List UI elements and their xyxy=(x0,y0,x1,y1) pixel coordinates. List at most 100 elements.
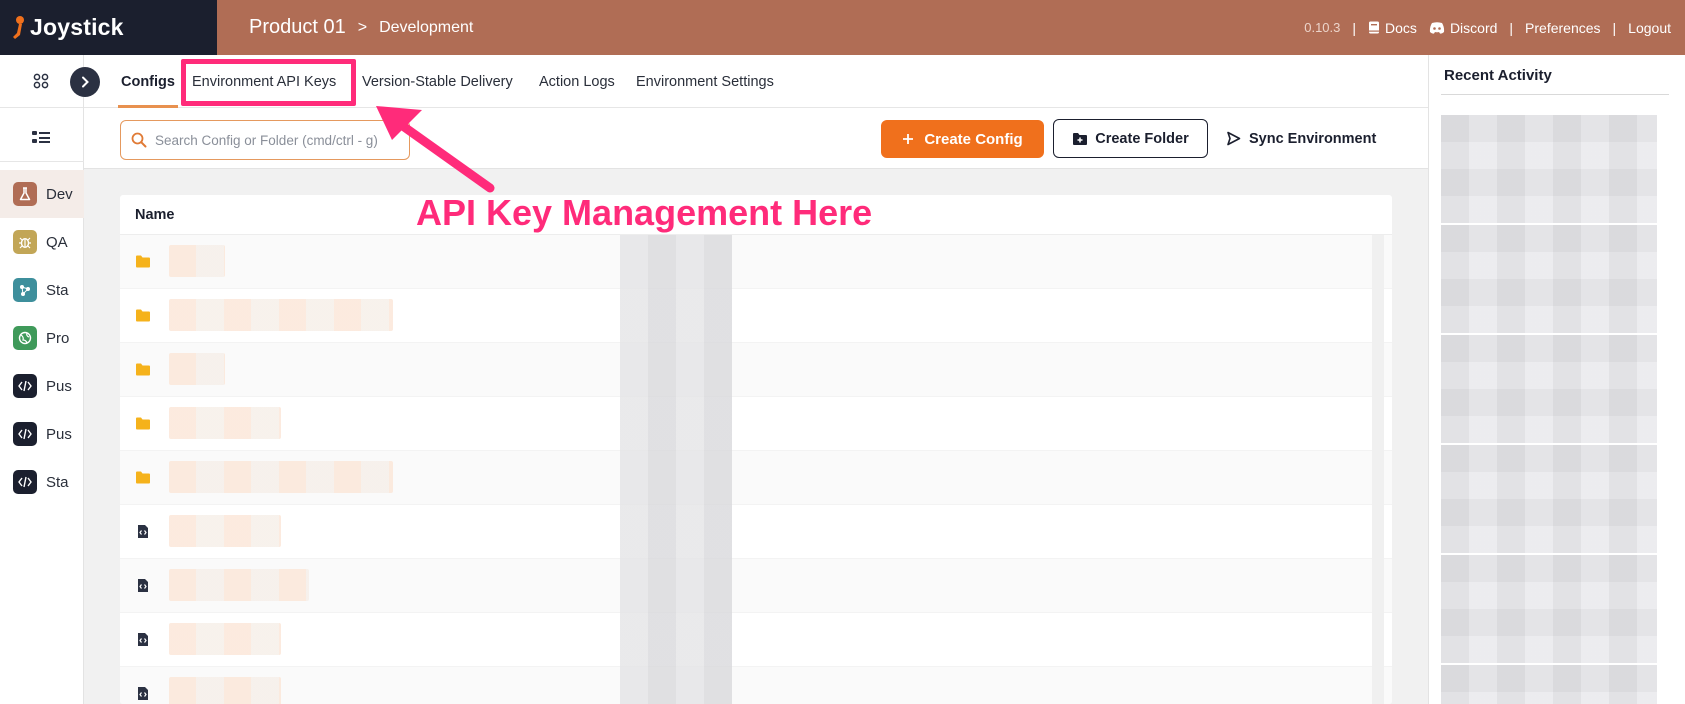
tab-environment-settings[interactable]: Environment Settings xyxy=(636,55,774,108)
config-file-icon xyxy=(138,525,148,538)
apps-grid-icon[interactable] xyxy=(33,73,49,89)
redacted-value xyxy=(620,343,732,397)
redacted-scroll xyxy=(1372,451,1384,505)
list-view-icon[interactable] xyxy=(32,130,50,146)
sidebar-divider xyxy=(0,161,84,162)
table-row[interactable] xyxy=(120,667,1392,704)
redacted-value xyxy=(620,505,732,559)
redacted-name xyxy=(169,677,281,704)
redacted-value xyxy=(620,235,732,289)
config-file-icon xyxy=(138,633,148,646)
redacted-name xyxy=(169,623,281,655)
sidebar-item-dev[interactable]: Dev xyxy=(0,170,84,218)
sidebar-item-push-2[interactable]: Pus xyxy=(0,410,84,458)
folder-icon xyxy=(136,255,150,268)
redacted-value xyxy=(620,613,732,667)
redacted-scroll xyxy=(1372,559,1384,613)
config-file-icon xyxy=(138,579,148,592)
joystick-logo-icon xyxy=(12,15,26,41)
code-icon xyxy=(13,374,37,398)
redacted-scroll xyxy=(1372,397,1384,451)
redacted-value xyxy=(620,397,732,451)
folder-icon xyxy=(136,309,150,322)
flask-icon xyxy=(13,182,37,206)
toolbar: Create Config Create Folder Sync Environ… xyxy=(84,108,1428,169)
config-table: Name xyxy=(120,195,1392,704)
redacted-name xyxy=(169,569,309,601)
logout-link[interactable]: Logout xyxy=(1628,20,1671,36)
redacted-value xyxy=(620,667,732,704)
redacted-value xyxy=(620,559,732,613)
redacted-name xyxy=(169,353,225,385)
table-row[interactable] xyxy=(120,235,1392,289)
docs-link-label: Docs xyxy=(1385,19,1417,36)
top-header: Joystick Product 01 > Development 0.10.3… xyxy=(0,0,1685,55)
sidebar-item-staging-2[interactable]: Sta xyxy=(0,458,84,506)
table-row[interactable] xyxy=(120,289,1392,343)
search-input[interactable] xyxy=(155,132,395,148)
plus-icon xyxy=(903,134,914,144)
table-row[interactable] xyxy=(120,505,1392,559)
create-config-label: Create Config xyxy=(924,130,1023,148)
create-config-button[interactable]: Create Config xyxy=(881,120,1044,158)
create-folder-button[interactable]: Create Folder xyxy=(1053,119,1208,158)
redacted-activity xyxy=(1441,225,1657,333)
config-file-icon xyxy=(138,687,148,700)
redacted-scroll xyxy=(1372,235,1384,289)
annotation-arrow-icon xyxy=(376,106,495,193)
bug-icon xyxy=(13,230,37,254)
environment-sidebar: Dev QA Sta Pro Pus Pus Sta xyxy=(0,55,100,704)
table-row[interactable] xyxy=(120,397,1392,451)
table-row[interactable] xyxy=(120,451,1392,505)
expand-sidebar-button[interactable] xyxy=(70,67,100,97)
redacted-name xyxy=(169,515,281,547)
divider: | xyxy=(1612,19,1617,36)
sidebar-item-label: Sta xyxy=(46,473,69,491)
tab-action-logs[interactable]: Action Logs xyxy=(539,55,615,108)
redacted-activity xyxy=(1441,665,1657,704)
sidebar-item-label: QA xyxy=(46,233,68,251)
create-folder-label: Create Folder xyxy=(1095,130,1189,147)
main-content: Name xyxy=(84,169,1428,704)
preferences-link[interactable]: Preferences xyxy=(1525,20,1600,36)
sidebar-item-staging[interactable]: Sta xyxy=(0,266,84,314)
redacted-scroll xyxy=(1372,667,1384,704)
breadcrumb-separator: > xyxy=(357,18,368,36)
discord-link[interactable]: Discord xyxy=(1429,20,1497,36)
sidebar-item-label: Pus xyxy=(46,377,72,395)
redacted-activity xyxy=(1441,555,1657,663)
sync-environment-button[interactable]: Sync Environment xyxy=(1216,119,1386,158)
redacted-activity xyxy=(1441,335,1657,443)
redacted-value xyxy=(620,289,732,343)
tab-configs[interactable]: Configs xyxy=(118,55,178,108)
annotation-highlight-box xyxy=(181,59,356,106)
recent-activity-title: Recent Activity xyxy=(1444,67,1552,84)
sidebar-item-production[interactable]: Pro xyxy=(0,314,84,362)
sidebar-item-qa[interactable]: QA xyxy=(0,218,84,266)
discord-icon xyxy=(1429,21,1445,34)
sidebar-item-push-1[interactable]: Pus xyxy=(0,362,84,410)
logo-text: Joystick xyxy=(30,14,124,40)
table-row[interactable] xyxy=(120,343,1392,397)
breadcrumb-product[interactable]: Product 01 xyxy=(249,16,346,39)
sidebar-item-label: Pus xyxy=(46,425,72,443)
redacted-name xyxy=(169,245,225,277)
breadcrumb-environment[interactable]: Development xyxy=(379,19,473,37)
chevron-right-icon xyxy=(82,76,89,88)
sidebar-item-label: Pro xyxy=(46,329,70,347)
redacted-value xyxy=(620,451,732,505)
search-box[interactable] xyxy=(120,120,410,160)
code-icon xyxy=(13,422,37,446)
table-row[interactable] xyxy=(120,559,1392,613)
sidebar-item-label: Sta xyxy=(46,281,69,299)
redacted-scroll xyxy=(1372,343,1384,397)
sync-environment-label: Sync Environment xyxy=(1249,130,1377,147)
table-row[interactable] xyxy=(120,613,1392,667)
globe-icon xyxy=(13,326,37,350)
discord-link-label: Discord xyxy=(1449,19,1498,36)
logo[interactable]: Joystick xyxy=(0,0,217,55)
search-icon xyxy=(131,132,147,148)
docs-link[interactable]: Docs xyxy=(1368,20,1417,36)
nodes-icon xyxy=(13,278,37,302)
send-icon xyxy=(1227,131,1241,146)
